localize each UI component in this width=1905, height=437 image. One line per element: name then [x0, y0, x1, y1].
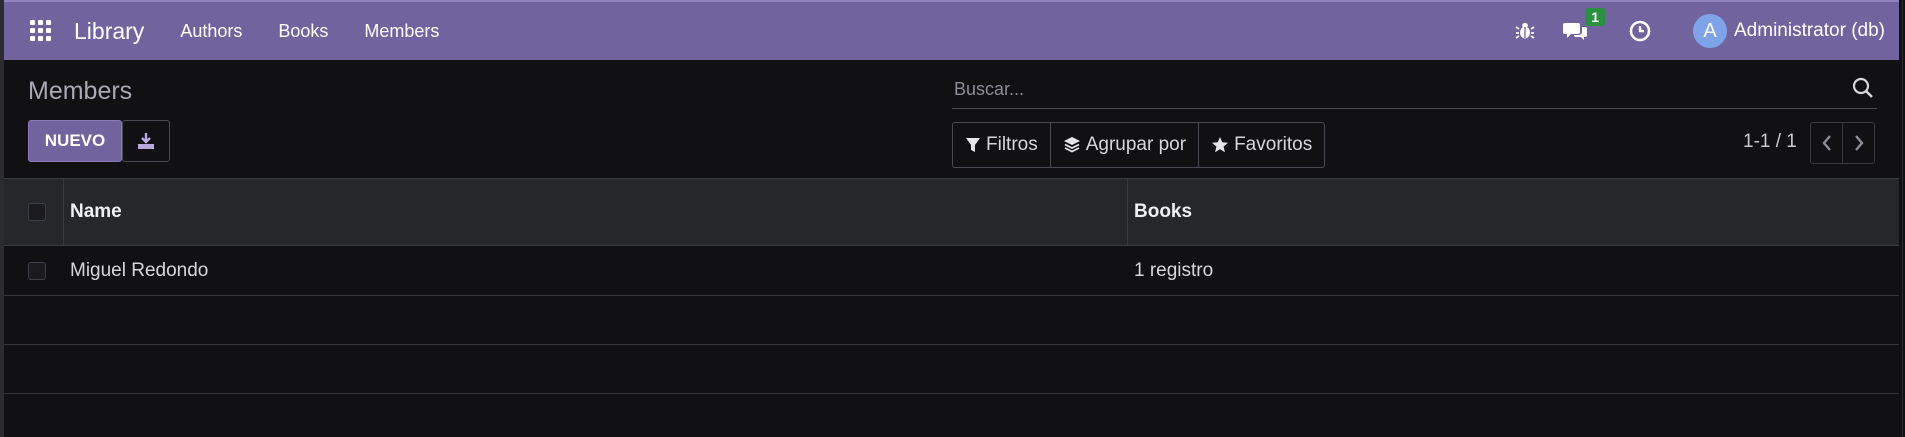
download-button[interactable]: [122, 120, 170, 162]
search-input[interactable]: [952, 77, 1836, 101]
row-checkbox[interactable]: [28, 261, 46, 280]
empty-row: [4, 296, 1899, 345]
download-icon: [138, 133, 154, 149]
menu-members[interactable]: Members: [364, 21, 439, 42]
cell-books[interactable]: 1 registro: [1134, 260, 1213, 282]
group-by-button[interactable]: Agrupar por: [1051, 123, 1200, 167]
filters-button[interactable]: Filtros: [953, 123, 1051, 167]
column-divider: [63, 179, 64, 245]
pager-value[interactable]: 1-1 / 1: [1743, 131, 1797, 153]
menu-authors[interactable]: Authors: [180, 21, 242, 42]
filter-icon: [966, 138, 980, 152]
layers-icon: [1063, 137, 1080, 153]
column-header-books[interactable]: Books: [1134, 201, 1192, 223]
messages-badge: 1: [1585, 8, 1605, 26]
members-table: Name Books Miguel Redondo 1 registro: [4, 178, 1899, 394]
new-button[interactable]: NUEVO: [28, 120, 122, 162]
cell-name[interactable]: Miguel Redondo: [70, 260, 208, 282]
filters-label: Filtros: [986, 134, 1038, 155]
table-row[interactable]: Miguel Redondo 1 registro: [4, 246, 1899, 296]
apps-grid-icon[interactable]: [30, 20, 52, 42]
clock-icon[interactable]: [1629, 20, 1651, 42]
search-options: Filtros Agrupar por Favoritos: [952, 122, 1326, 168]
chat-icon[interactable]: 1: [1563, 8, 1605, 42]
app-brand[interactable]: Library: [74, 18, 144, 45]
column-divider[interactable]: [1127, 179, 1128, 245]
pager: [1810, 122, 1875, 164]
favorites-label: Favoritos: [1234, 134, 1313, 155]
star-icon: [1212, 137, 1229, 153]
page-title: Members: [28, 77, 133, 105]
table-header: Name Books: [4, 178, 1899, 246]
chevron-left-icon[interactable]: [1811, 123, 1843, 163]
group-by-label: Agrupar por: [1085, 134, 1187, 155]
search-bar: [952, 70, 1877, 109]
favorites-button[interactable]: Favoritos: [1199, 123, 1324, 167]
avatar[interactable]: A: [1693, 14, 1727, 48]
top-navbar: Library Authors Books Members 1 A Admini…: [4, 0, 1899, 60]
column-header-name[interactable]: Name: [70, 201, 122, 223]
empty-row: [4, 345, 1899, 394]
chevron-right-icon[interactable]: [1843, 123, 1874, 163]
menu-books[interactable]: Books: [278, 21, 328, 42]
user-menu[interactable]: Administrator (db): [1734, 20, 1885, 42]
bug-icon[interactable]: [1515, 21, 1535, 41]
select-all-checkbox[interactable]: [28, 203, 46, 221]
search-icon[interactable]: [1851, 76, 1875, 100]
